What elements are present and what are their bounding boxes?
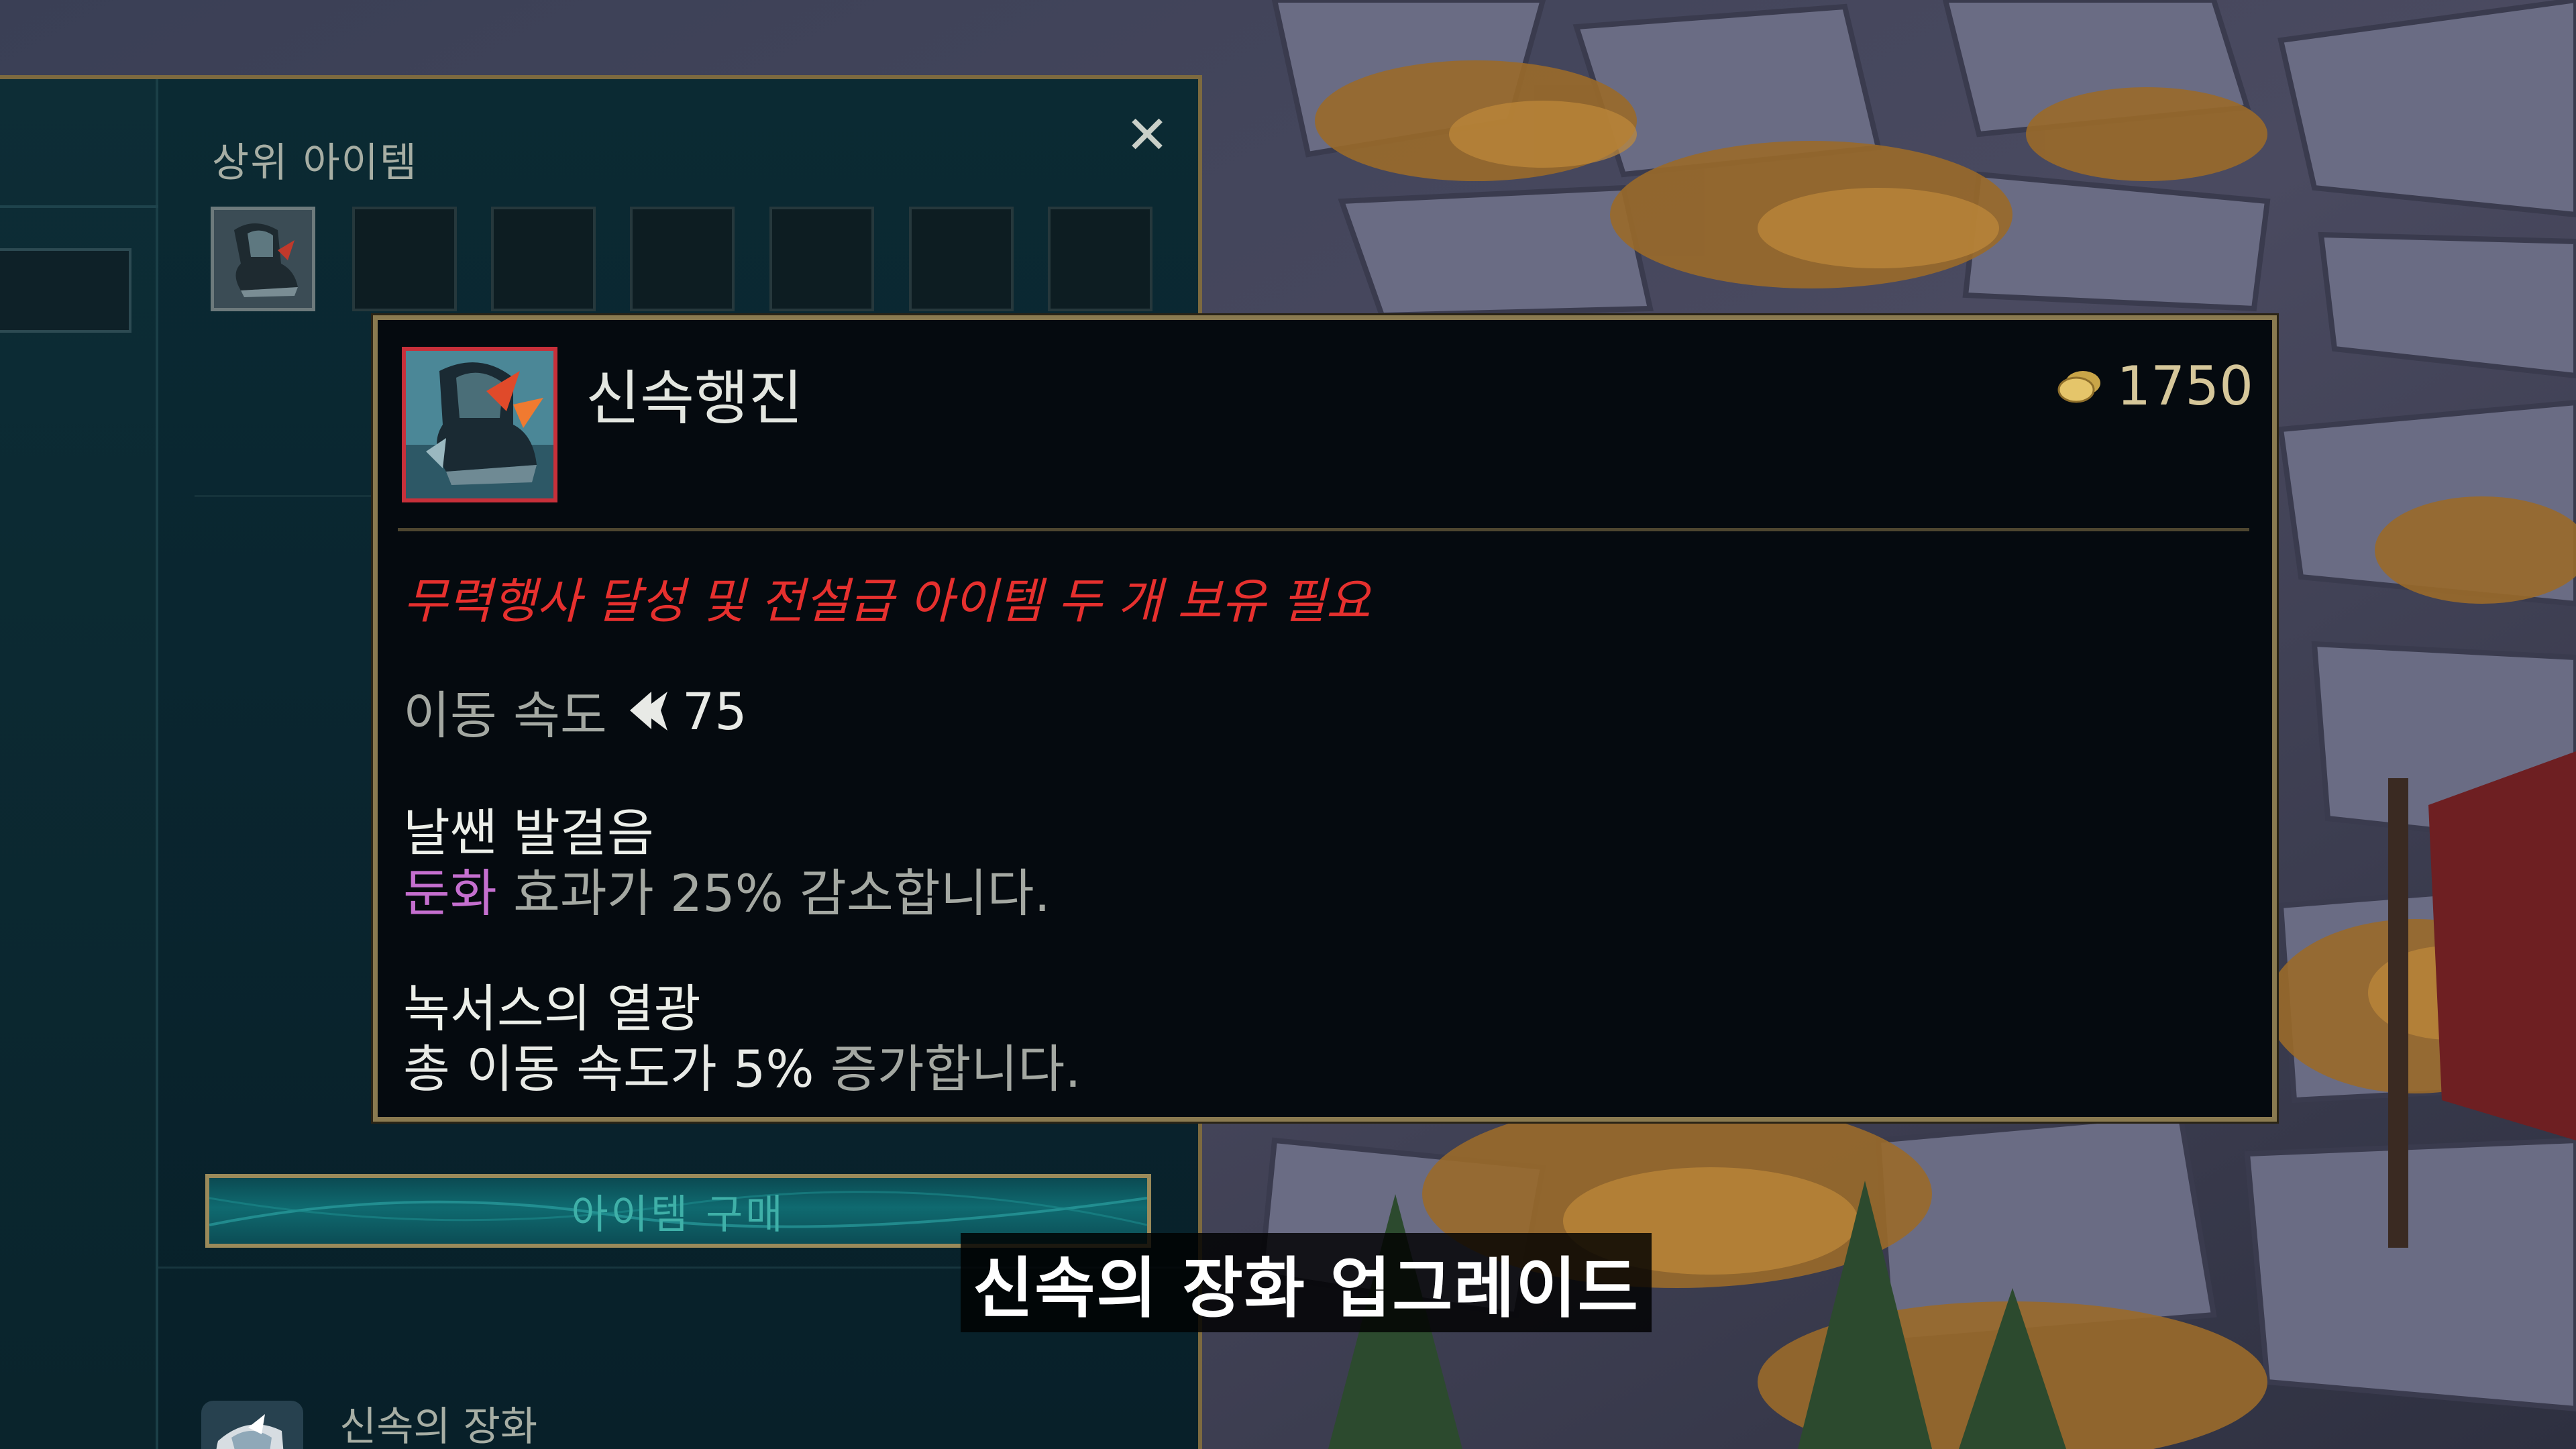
close-icon: ✕ — [1125, 105, 1169, 166]
buy-item-label: 아이템 구매 — [571, 1191, 786, 1238]
movement-speed-icon — [629, 692, 667, 731]
stat-label: 이동 속도 — [403, 686, 607, 745]
category-divider — [0, 205, 158, 208]
video-subtitle: 신속의 장화 업그레이드 — [961, 1233, 1652, 1332]
passive-description: 둔화 효과가 25% 감소합니다. — [403, 863, 1051, 924]
close-button[interactable]: ✕ — [1119, 107, 1175, 164]
item-tooltip: 신속행진 1750 무력행사 달성 및 전설급 아이템 두 개 보유 필요 이동… — [373, 315, 2277, 1122]
boots-of-swiftness-icon — [214, 210, 312, 308]
slow-keyword: 둔화 — [403, 863, 497, 923]
game-screen: 상위 아이템 ✕ 아이템 구매 신속의 장화 신속행진 1750 무력행사 달성… — [0, 0, 2576, 1449]
passive-highlight: 총 이동 속도가 5% — [403, 1039, 814, 1099]
gold-coin-icon — [2057, 370, 2101, 402]
item-name: 신속행진 — [586, 364, 803, 433]
upgrade-slot-3[interactable] — [491, 207, 596, 311]
passive-description-text: 증가합니다. — [814, 1039, 1081, 1099]
passive-name: 날쌘 발걸음 — [403, 803, 654, 863]
stat-value: 75 — [682, 681, 747, 741]
item-cost-value: 1750 — [2116, 355, 2253, 417]
subtitle-text: 신속의 장화 업그레이드 — [973, 1250, 1640, 1327]
shop-faded-row — [195, 495, 382, 557]
passive-name: 녹서스의 열광 — [403, 979, 701, 1038]
upgrade-slot-5[interactable] — [769, 207, 874, 311]
upgrade-slot-2[interactable] — [352, 207, 457, 311]
item-cost: 1750 — [2056, 355, 2253, 417]
upgrade-slot-1[interactable] — [211, 207, 315, 311]
category-tab[interactable] — [0, 248, 131, 333]
upgrade-slot-4[interactable] — [630, 207, 735, 311]
builds-into-title: 상위 아이템 — [212, 140, 419, 186]
passive-fleetfoot: 날쌘 발걸음 둔화 효과가 25% 감소합니다. — [403, 803, 1051, 924]
upgrade-slot-6[interactable] — [909, 207, 1014, 311]
passive-noxian-fervor: 녹서스의 열광 총 이동 속도가 5% 증가합니다. — [403, 979, 1081, 1099]
passive-description-text: 효과가 25% 감소합니다. — [496, 863, 1051, 923]
upgrade-slot-7[interactable] — [1048, 207, 1152, 311]
item-requirement: 무력행사 달성 및 전설급 아이템 두 개 보유 필요 — [403, 573, 1371, 629]
swiftmarch-boots-icon — [402, 347, 557, 502]
tooltip-divider — [398, 528, 2249, 531]
component-item[interactable]: 신속의 장화 1000 — [201, 1394, 805, 1449]
movement-speed-stat: 이동 속도 75 — [403, 674, 747, 748]
boots-of-swiftness-icon — [201, 1401, 303, 1449]
component-name: 신속의 장화 — [339, 1403, 538, 1449]
passive-description: 총 이동 속도가 5% 증가합니다. — [403, 1039, 1081, 1099]
